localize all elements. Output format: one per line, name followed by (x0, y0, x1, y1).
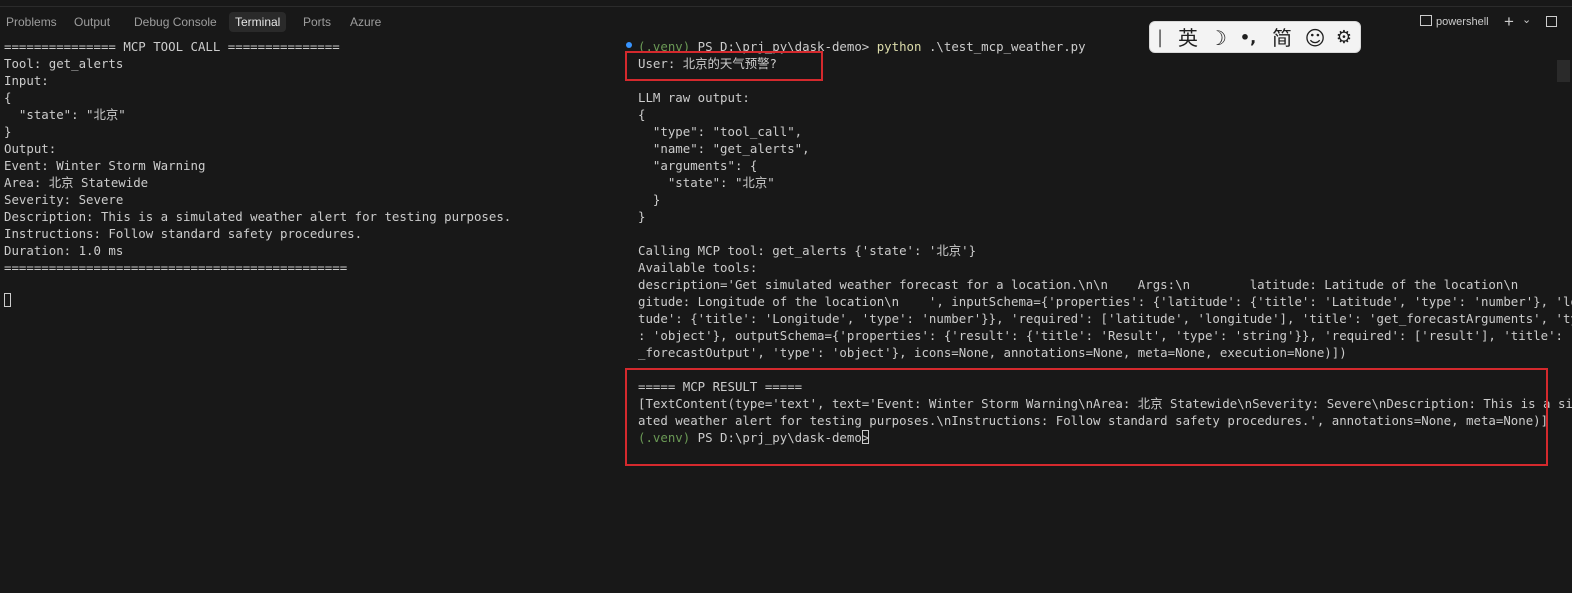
left-line: Event: Winter Storm Warning (4, 158, 206, 173)
right-line: : 'object'}, outputSchema={'properties':… (638, 328, 1572, 343)
right-line: tude': {'title': 'Longitude', 'type': 'n… (638, 311, 1572, 326)
tab-terminal[interactable]: Terminal (229, 12, 287, 32)
left-line: Input: (4, 73, 49, 88)
right-line: LLM raw output: (638, 90, 750, 105)
terminal-icon (1420, 15, 1432, 26)
right-line: _forecastOutput', 'type': 'object'}, ico… (638, 345, 1347, 360)
left-line: Area: 北京 Statewide (4, 175, 149, 190)
tab-output[interactable]: Output (68, 12, 116, 32)
terminal-scrollbar[interactable] (1557, 60, 1570, 82)
language-toggle[interactable]: 英 (1176, 26, 1200, 50)
left-line: Severity: Severe (4, 192, 124, 207)
left-line: } (4, 124, 12, 139)
left-line: "state": "北京" (4, 107, 126, 122)
command-args: .\test_mcp_weather.py (921, 39, 1086, 54)
moon-icon[interactable]: ☽ (1206, 26, 1230, 50)
punctuation-toggle[interactable]: •, (1236, 26, 1260, 50)
left-line: =============== MCP TOOL CALL ==========… (4, 39, 340, 54)
left-line: { (4, 90, 12, 105)
right-line: "type": "tool_call", (638, 124, 803, 139)
left-line: Duration: 1.0 ms (4, 243, 124, 258)
right-line: } (638, 209, 646, 224)
simplified-toggle[interactable]: 简 (1270, 26, 1294, 50)
tab-problems[interactable]: Problems (0, 12, 63, 32)
command-name: python (876, 39, 922, 54)
left-line: ========================================… (4, 260, 348, 275)
right-line: "state": "北京" (638, 175, 775, 190)
right-line: "arguments": { (638, 158, 758, 173)
right-line: { (638, 107, 646, 122)
left-terminal-cursor (4, 293, 11, 307)
add-terminal-button[interactable]: + (1504, 12, 1514, 32)
right-line: } (638, 192, 661, 207)
terminal-selector[interactable]: powershell (1420, 12, 1489, 32)
terminal-name: powershell (1436, 16, 1489, 28)
panel-layout-icon[interactable] (1546, 16, 1557, 27)
drag-handle-icon[interactable]: | (1157, 26, 1163, 50)
tab-debug-console[interactable]: Debug Console (128, 12, 223, 32)
left-line: Tool: get_alerts (4, 56, 124, 71)
right-terminal-pane[interactable]: (.venv) PS D:\prj_py\dask-demo> python .… (620, 35, 1572, 593)
left-line: Instructions: Follow standard safety pro… (4, 226, 363, 241)
left-line: Output: (4, 141, 57, 156)
right-line: description='Get simulated weather forec… (638, 277, 1572, 292)
right-line: "name": "get_alerts", (638, 141, 810, 156)
command-status-dot (626, 42, 632, 48)
right-line: Calling MCP tool: get_alerts {'state': '… (638, 243, 977, 258)
right-line: gitude: Longitude of the location\n ', i… (638, 294, 1572, 309)
left-terminal-pane[interactable]: =============== MCP TOOL CALL ==========… (0, 35, 612, 593)
left-line: Description: This is a simulated weather… (4, 209, 512, 224)
tab-ports[interactable]: Ports (297, 12, 337, 32)
user-query-highlight (625, 51, 823, 81)
chevron-down-icon[interactable]: ⌄ (1522, 10, 1531, 30)
mcp-result-highlight (625, 368, 1548, 466)
window-top-border (0, 0, 1572, 7)
right-line: Available tools: (638, 260, 758, 275)
settings-gear-icon[interactable]: ⚙ (1332, 26, 1356, 50)
ime-toolbar: | 英 ☽ •, 简 ☺ ⚙ (1149, 21, 1361, 53)
tab-azure[interactable]: Azure (344, 12, 387, 32)
emoji-icon[interactable]: ☺ (1302, 26, 1328, 50)
